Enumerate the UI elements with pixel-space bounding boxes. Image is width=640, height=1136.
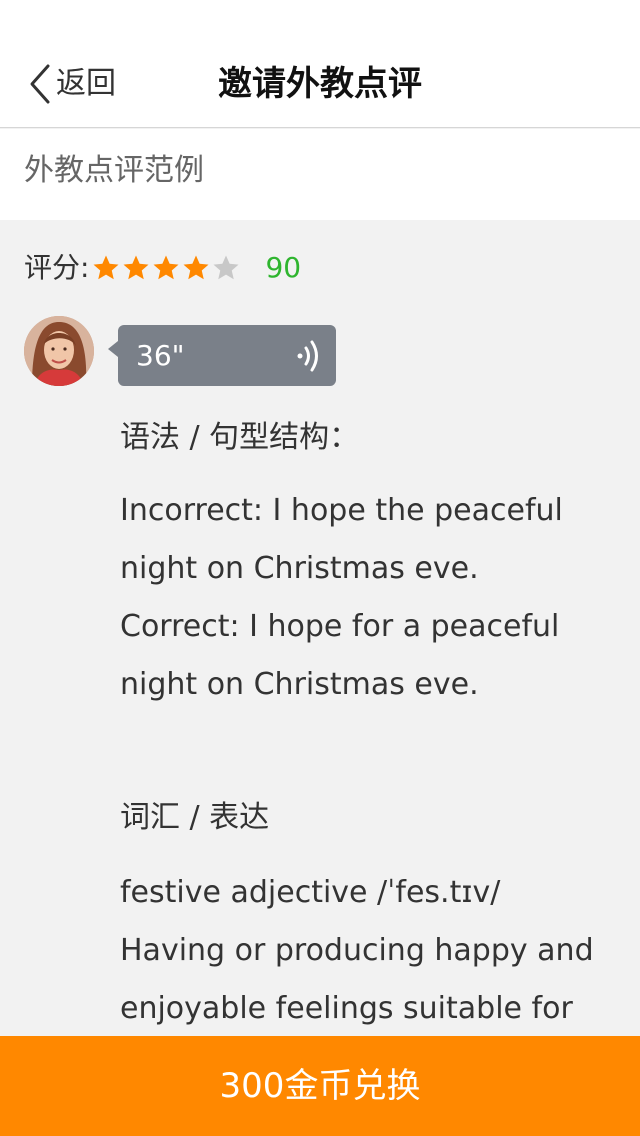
star-filled-icon <box>183 255 209 280</box>
chevron-left-icon <box>30 64 50 104</box>
navigation-bar: 邀请外教点评 返回 <box>0 40 640 128</box>
rating-score: 90 <box>265 251 302 284</box>
grammar-body: Incorrect: I hope the peaceful night on … <box>120 493 563 702</box>
sound-wave-icon <box>297 340 318 372</box>
star-rating <box>91 253 241 283</box>
avatar-image <box>24 316 94 386</box>
review-content[interactable]: 评分: 90 36" 语法 / 句型结构： Incorrect: I hope … <box>0 220 640 1036</box>
section-title: 外教点评范例 <box>24 153 204 188</box>
section-header: 外教点评范例 <box>0 129 640 220</box>
rating-label: 评分: <box>24 251 90 284</box>
teacher-avatar[interactable] <box>24 316 94 386</box>
status-bar <box>0 0 640 40</box>
voice-message-button[interactable]: 36" <box>108 325 336 386</box>
grammar-heading: 语法 / 句型结构： <box>120 420 360 455</box>
star-filled-icon <box>123 255 149 280</box>
vocabulary-body: festive adjective /ˈfes.tɪv/ Having or p… <box>120 875 594 1026</box>
back-label: 返回 <box>56 66 116 101</box>
back-button[interactable]: 返回 <box>26 62 116 106</box>
redeem-coins-button[interactable]: 300金币兑换 <box>0 1036 640 1136</box>
star-filled-icon <box>153 255 179 280</box>
star-empty-icon <box>213 255 239 280</box>
vocabulary-heading: 词汇 / 表达 <box>120 800 270 835</box>
rating-row: 评分: 90 <box>24 248 301 288</box>
star-filled-icon <box>93 255 119 280</box>
voice-duration: 36" <box>136 339 185 372</box>
review-text: 语法 / 句型结构： Incorrect: I hope the peacefu… <box>120 410 600 1036</box>
